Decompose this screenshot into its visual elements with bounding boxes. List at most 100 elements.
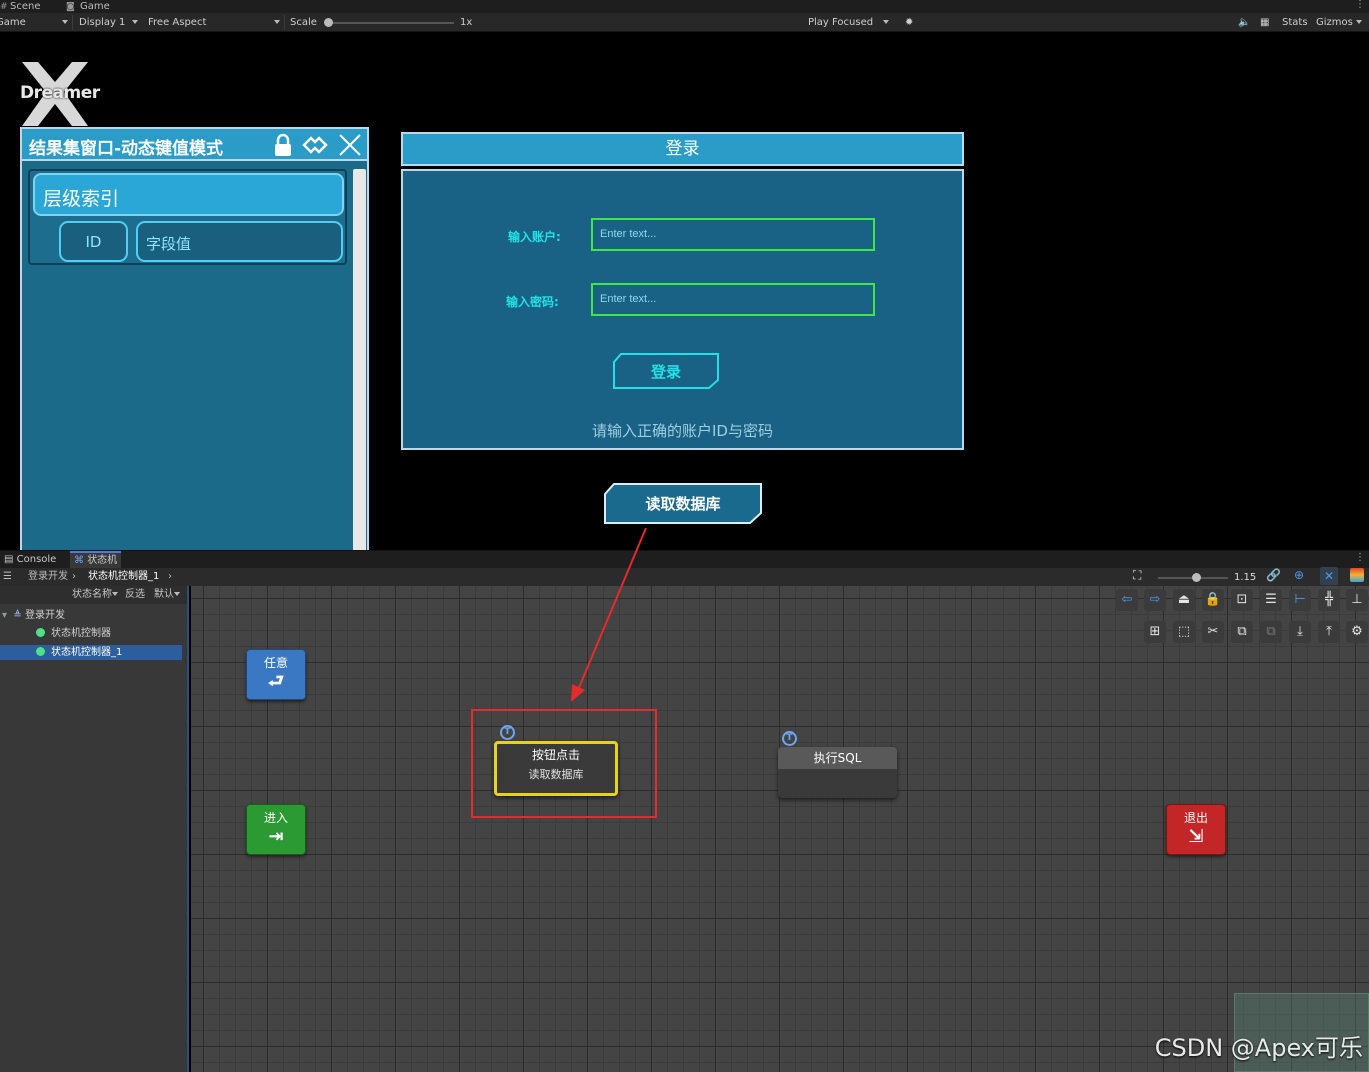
account-input[interactable]: Enter text...	[591, 218, 875, 251]
scale-slider-knob[interactable]	[324, 18, 333, 27]
read-database-button[interactable]: 读取数据库	[604, 483, 762, 524]
state-machine-sidebar: 状态名称 反选 默认 ▾ ≜ 登录开发 状态机控制器 状态机控制器_1	[0, 586, 189, 1072]
id-chip[interactable]: ID	[59, 221, 128, 262]
tab-scene-label: Scene	[10, 1, 41, 12]
zoom-slider-knob[interactable]	[1192, 573, 1201, 582]
login-button[interactable]: 登录	[613, 353, 719, 389]
more-icon[interactable]: ⋮	[1355, 552, 1365, 563]
tree-item-label: 状态机控制器_1	[51, 647, 123, 658]
add-node-icon[interactable]: ⊞	[1144, 621, 1166, 643]
chevron-down-icon	[1356, 20, 1363, 24]
link-icon[interactable]: 🔗	[1266, 568, 1281, 582]
hierarchy-index-header[interactable]: 层级索引	[33, 173, 344, 216]
chevron-down-icon	[174, 592, 180, 596]
editor-tab-bar: # Scene ◙ Game ⋮	[0, 0, 1369, 13]
layer-icon: ≜	[13, 610, 22, 621]
password-label: 输入密码:	[506, 295, 559, 309]
tree-root[interactable]: ▾ ≜ 登录开发	[0, 608, 187, 623]
default-dropdown[interactable]: 默认	[154, 588, 180, 601]
mode-dropdown[interactable]: Game	[0, 16, 26, 29]
tree-item-label: 状态机控制器	[51, 628, 111, 639]
color-palette-icon[interactable]	[1350, 568, 1364, 582]
export-icon[interactable]: ⤒	[1318, 621, 1340, 643]
state-exec-sql[interactable]: 执行SQL	[778, 747, 897, 798]
audio-icon[interactable]: 🔈	[1238, 16, 1250, 29]
state-name-dropdown[interactable]: 状态名称	[72, 588, 118, 601]
login-hint: 请输入正确的账户ID与密码	[592, 422, 773, 440]
gizmos-button[interactable]: Gizmos	[1316, 16, 1363, 29]
id-chip-label: ID	[85, 233, 102, 251]
game-view: Dreamer 结果集窗口-动态键值模式 层级索引 ID 字段值 登录 输入账户…	[0, 32, 1369, 550]
tab-state-machine[interactable]: ⌘ 状态机	[70, 551, 122, 569]
field-value-chip[interactable]: 字段值	[136, 221, 343, 262]
entry-node[interactable]: 进入 ⇥	[246, 804, 306, 855]
close-icon[interactable]	[337, 132, 363, 158]
chevron-down-icon	[882, 20, 889, 24]
tab-console[interactable]: ▤ Console	[0, 553, 60, 568]
account-label: 输入账户:	[508, 230, 561, 244]
state-title: 执行SQL	[778, 747, 897, 769]
lock-icon[interactable]	[270, 132, 296, 158]
settings-icon[interactable]: ⚙	[1346, 621, 1368, 643]
result-window-title: 结果集窗口-动态键值模式	[29, 139, 224, 159]
logo-text: Dreamer	[20, 83, 100, 103]
align-left-icon[interactable]: ☰	[1260, 589, 1282, 611]
scale-slider-track[interactable]	[326, 22, 454, 24]
exit-node[interactable]: 退出 ⇲	[1166, 804, 1226, 855]
cross-tool-icon[interactable]: ✕	[1320, 567, 1338, 585]
transition-badge-icon[interactable]: T	[782, 731, 797, 746]
breadcrumb-separator-icon: ›	[72, 571, 76, 582]
default-label: 默认	[154, 589, 174, 600]
password-input[interactable]: Enter text...	[591, 283, 875, 316]
hierarchy-icon[interactable]: ⊢	[1289, 589, 1311, 611]
entry-icon: ⇥	[268, 826, 284, 847]
distribute-icon[interactable]: ╬	[1318, 589, 1340, 611]
tab-scene[interactable]: # Scene	[0, 0, 41, 13]
target-icon[interactable]: ⊕	[1294, 568, 1304, 582]
sidebar-toolbar: 状态名称 反选 默认	[0, 586, 187, 604]
fit-view-icon[interactable]: ⛶	[1133, 568, 1141, 583]
arrow-left-icon[interactable]: ⇦	[1116, 589, 1138, 611]
tab-state-machine-label: 状态机	[87, 555, 118, 566]
stats-button[interactable]: Stats	[1282, 16, 1308, 29]
display-label: Display 1	[79, 17, 126, 28]
chevron-down-icon	[131, 20, 138, 24]
tree-item-selected[interactable]: 状态机控制器_1	[0, 645, 182, 660]
focus-icon[interactable]: ⊡	[1231, 589, 1253, 611]
tab-console-label: Console	[16, 554, 57, 565]
login-titlebar: 登录	[401, 132, 964, 166]
play-focused-dropdown[interactable]: Play Focused	[808, 16, 889, 29]
aspect-caret-icon[interactable]	[274, 16, 280, 29]
breadcrumb-end-icon: ›	[168, 571, 172, 582]
copy-icon[interactable]: ⧉	[1231, 621, 1253, 643]
state-machine-icon: ⌘	[74, 555, 84, 566]
pin-icon[interactable]	[302, 132, 328, 158]
tree-item[interactable]: 状态机控制器	[0, 626, 187, 641]
breadcrumb-current[interactable]: 状态机控制器_1	[88, 570, 159, 584]
lock-tool-icon[interactable]: 🔒	[1202, 589, 1224, 611]
watermark: CSDN @Apex可乐	[1154, 1034, 1363, 1062]
align-top-icon[interactable]: ⏏	[1173, 589, 1195, 611]
result-window-titlebar[interactable]: 结果集窗口-动态键值模式	[22, 129, 367, 161]
list-toggle-icon[interactable]: ☰	[3, 570, 12, 584]
bug-icon[interactable]: ✹	[905, 16, 913, 29]
cut-icon[interactable]: ✂	[1202, 621, 1224, 643]
align-center-icon[interactable]: ⊥	[1346, 589, 1368, 611]
arrow-right-icon[interactable]: ⇨	[1144, 589, 1166, 611]
more-icon[interactable]: ⋮	[1355, 0, 1365, 10]
mode-caret-icon[interactable]	[62, 16, 68, 29]
result-set-window: 结果集窗口-动态键值模式 层级索引 ID 字段值	[20, 127, 369, 550]
aspect-dropdown[interactable]: Free Aspect	[148, 16, 206, 29]
import-icon[interactable]: ⤓	[1289, 621, 1311, 643]
breadcrumb-root[interactable]: 登录开发	[28, 570, 68, 584]
entry-label: 进入	[263, 811, 288, 825]
display-dropdown[interactable]: Display 1	[79, 16, 138, 29]
select-rect-icon[interactable]: ⬚	[1173, 621, 1195, 643]
paste-icon[interactable]: ⧉	[1260, 621, 1282, 643]
tab-game[interactable]: ◙ Game	[66, 0, 110, 13]
result-window-scrollbar[interactable]	[353, 169, 366, 550]
invert-button[interactable]: 反选	[125, 588, 145, 601]
login-button-label: 登录	[650, 363, 681, 381]
any-state-node[interactable]: 任意 ⮐	[246, 649, 306, 700]
stats-grid-icon[interactable]: ▦	[1260, 16, 1269, 29]
